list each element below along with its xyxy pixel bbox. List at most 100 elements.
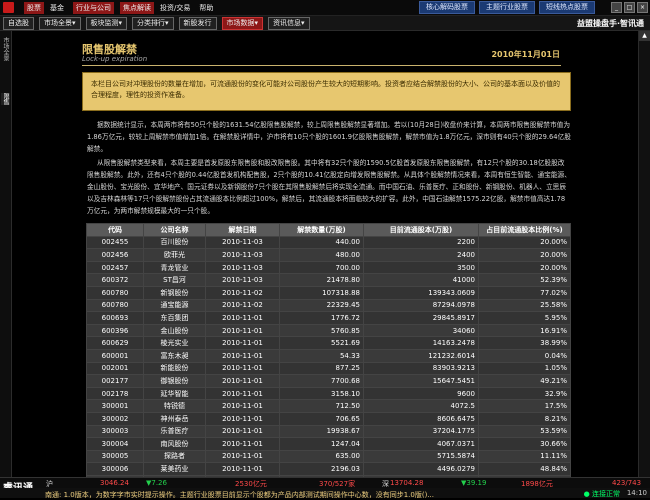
table-cell: 3158.10 <box>279 386 364 401</box>
table-cell: 富东木昶 <box>143 348 206 363</box>
top-menu-item[interactable]: 焦点解读 <box>120 1 154 14</box>
table-row[interactable]: 002177 御银股份 2010-11-01 7700.68 15647.5451 49.… <box>86 374 571 388</box>
side-tab-restricted[interactable]: 限售 <box>1 93 10 105</box>
table-cell: 5760.85 <box>279 323 364 338</box>
minimize-icon[interactable]: _ <box>611 2 622 13</box>
table-cell: 440.00 <box>279 235 364 250</box>
table-cell: 300004 <box>86 437 144 451</box>
top-tab[interactable]: 短线热点股票 <box>539 1 595 14</box>
secondary-nav-item-active[interactable]: 市场数据▾ <box>221 17 264 30</box>
table-cell: 2010-11-01 <box>205 399 280 413</box>
table-row[interactable]: 600001 富东木昶 2010-11-01 54.33 121232.6014 0.04… <box>86 348 571 363</box>
secondary-nav-item[interactable]: 板块监测▾ <box>85 17 128 30</box>
table-cell: 2010-11-01 <box>205 323 280 338</box>
left-sidebar: 市场全景 限售 <box>0 31 12 478</box>
table-cell: 2196.03 <box>279 462 364 476</box>
table-cell: 002457 <box>86 260 144 275</box>
table-cell: 御银股份 <box>143 374 206 388</box>
table-cell: 30.66% <box>478 437 571 451</box>
secondary-nav: 自选股 市场全景▾ 板块监测▾ 分类排行▾ 新股发行 市场数据▾ 资讯信息▾ <box>3 17 315 30</box>
table-row[interactable]: 002178 延华智能 2010-11-01 3158.10 9600 32.9% <box>86 386 571 401</box>
table-cell: 2010-11-03 <box>205 248 280 262</box>
table-cell: 9600 <box>363 386 479 401</box>
table-row[interactable]: 600780 通宝能源 2010-11-02 22329.45 87294.0978 25… <box>86 298 571 313</box>
table-row[interactable]: 002457 青龙管业 2010-11-03 700.00 3500 20.00% <box>86 260 571 275</box>
scroll-up-icon[interactable]: ▲ <box>639 31 650 41</box>
table-row[interactable]: 300003 乐普医疗 2010-11-01 19938.67 37204.1775 53… <box>86 424 571 439</box>
table-cell: 2010-11-01 <box>205 462 280 476</box>
top-bar: 股票 基金 行业与公司 焦点解读 投资/交易 帮助 核心解码股票 主题行业股票 … <box>0 0 650 16</box>
table-cell: 南风股份 <box>143 437 206 451</box>
table-cell: ST昌河 <box>143 273 206 287</box>
table-cell: 48.84% <box>478 462 571 476</box>
title-divider <box>82 65 561 66</box>
table-row[interactable]: 600372 ST昌河 2010-11-03 21478.80 41000 52.39% <box>86 273 571 287</box>
status-bottom-row: 南通: 1.0版本，为数字字市实时提示操作。主题行业股票目前显示个股都为产品内部… <box>0 488 650 500</box>
table-cell: 53.59% <box>478 424 571 439</box>
table-cell: 2200 <box>363 235 479 250</box>
top-menu: 股票 基金 行业与公司 焦点解读 投资/交易 帮助 <box>24 0 222 15</box>
table-cell: 16.91% <box>478 323 571 338</box>
table-row[interactable]: 300002 神州泰岳 2010-11-01 706.65 8606.6475 8.21% <box>86 411 571 426</box>
table-cell: 8.21% <box>478 411 571 426</box>
table-cell: 百川股份 <box>143 235 206 250</box>
table-row[interactable]: 600780 新钢股份 2010-11-02 107318.88 139343.0609… <box>86 285 571 300</box>
table-cell: 2010-11-01 <box>205 336 280 350</box>
vertical-scrollbar[interactable]: ▲ <box>638 31 650 478</box>
app-logo-icon <box>3 2 14 13</box>
table-cell: 21478.80 <box>279 273 364 287</box>
secondary-nav-item[interactable]: 自选股 <box>3 17 34 30</box>
unlock-table: 代码 公司名称 解禁日期 解禁数量(万股) 目前流通股本(万股) 占目前流通股本… <box>86 223 571 478</box>
maximize-icon[interactable]: □ <box>624 2 635 13</box>
close-icon[interactable]: × <box>637 2 648 13</box>
table-row[interactable]: 600396 金山股份 2010-11-01 5760.85 34060 16.91% <box>86 323 571 338</box>
table-row[interactable]: 300006 莱美药业 2010-11-01 2196.03 4496.0279 48.8… <box>86 462 571 476</box>
secondary-nav-item[interactable]: 分类排行▾ <box>132 17 174 30</box>
table-cell: 480.00 <box>279 248 364 262</box>
table-cell: 11.11% <box>478 449 571 464</box>
table-cell: 300001 <box>86 399 144 413</box>
table-cell: 4496.0279 <box>363 462 479 476</box>
top-menu-item[interactable]: 基金 <box>50 3 64 13</box>
top-tab[interactable]: 主题行业股票 <box>479 1 535 14</box>
notice-box: 本栏目公司对冲理股份的数量在增加，可流通股份的变化可能对公司股份产生较大的短期影… <box>82 72 571 111</box>
table-cell: 600372 <box>86 273 144 287</box>
table-row[interactable]: 600693 东百集团 2010-11-01 1776.72 29845.8917 5.9… <box>86 311 571 325</box>
table-row[interactable]: 002456 欧菲光 2010-11-03 480.00 2400 20.00% <box>86 248 571 262</box>
table-row[interactable]: 300005 探路者 2010-11-01 635.00 5715.5874 11.11% <box>86 449 571 464</box>
table-cell: 29845.8917 <box>363 311 479 325</box>
table-cell: 20.00% <box>478 248 571 262</box>
table-row[interactable]: 300001 特锐德 2010-11-01 712.50 4072.5 17.5% <box>86 399 571 413</box>
secondary-nav-item[interactable]: 资讯信息▾ <box>268 17 310 30</box>
top-menu-item[interactable]: 帮助 <box>199 3 213 13</box>
table-cell: 欧菲光 <box>143 248 206 262</box>
secondary-nav-item[interactable]: 新股发行 <box>178 17 217 30</box>
table-cell: 32.9% <box>478 386 571 401</box>
side-tab-market[interactable]: 市场全景 <box>1 37 10 61</box>
table-header-row: 代码 公司名称 解禁日期 解禁数量(万股) 目前流通股本(万股) 占目前流通股本… <box>86 223 571 237</box>
status-clock: 14:10 <box>626 489 647 497</box>
table-cell: 2010-11-03 <box>205 273 280 287</box>
table-cell: 635.00 <box>279 449 364 464</box>
top-menu-item[interactable]: 行业与公司 <box>73 1 114 14</box>
table-row[interactable]: 300004 南风股份 2010-11-01 1247.04 4067.0371 30.6… <box>86 437 571 451</box>
table-cell: 600780 <box>86 285 144 300</box>
table-row[interactable]: 002455 百川股份 2010-11-03 440.00 2200 20.00% <box>86 235 571 250</box>
table-cell: 22329.45 <box>279 298 364 313</box>
table-cell: 600001 <box>86 348 144 363</box>
table-header: 解禁数量(万股) <box>279 223 364 237</box>
table-cell: 青龙管业 <box>143 260 206 275</box>
table-cell: 东百集团 <box>143 311 206 325</box>
table-cell: 19938.67 <box>279 424 364 439</box>
top-menu-item[interactable]: 股票 <box>24 1 44 14</box>
table-cell: 121232.6014 <box>363 348 479 363</box>
table-cell: 52.39% <box>478 273 571 287</box>
paragraph-2: 从限售股解禁类型来看，本周主要是首发原股东限售股和股改限售股。其中将有32只个股… <box>87 159 571 215</box>
table-row[interactable]: 002001 新能股份 2010-11-01 877.25 83903.9213 1.05… <box>86 361 571 376</box>
top-tab[interactable]: 核心解码股票 <box>419 1 475 14</box>
news-ticker[interactable]: 南通: 1.0版本，为数字字市实时提示操作。主题行业股票目前显示个股都为产品内部… <box>45 490 570 500</box>
secondary-nav-item[interactable]: 市场全景▾ <box>39 17 81 30</box>
table-cell: 300005 <box>86 449 144 464</box>
table-row[interactable]: 600629 棱光实业 2010-11-01 5521.69 14163.2478 38.… <box>86 336 571 350</box>
top-menu-item[interactable]: 投资/交易 <box>160 3 190 13</box>
